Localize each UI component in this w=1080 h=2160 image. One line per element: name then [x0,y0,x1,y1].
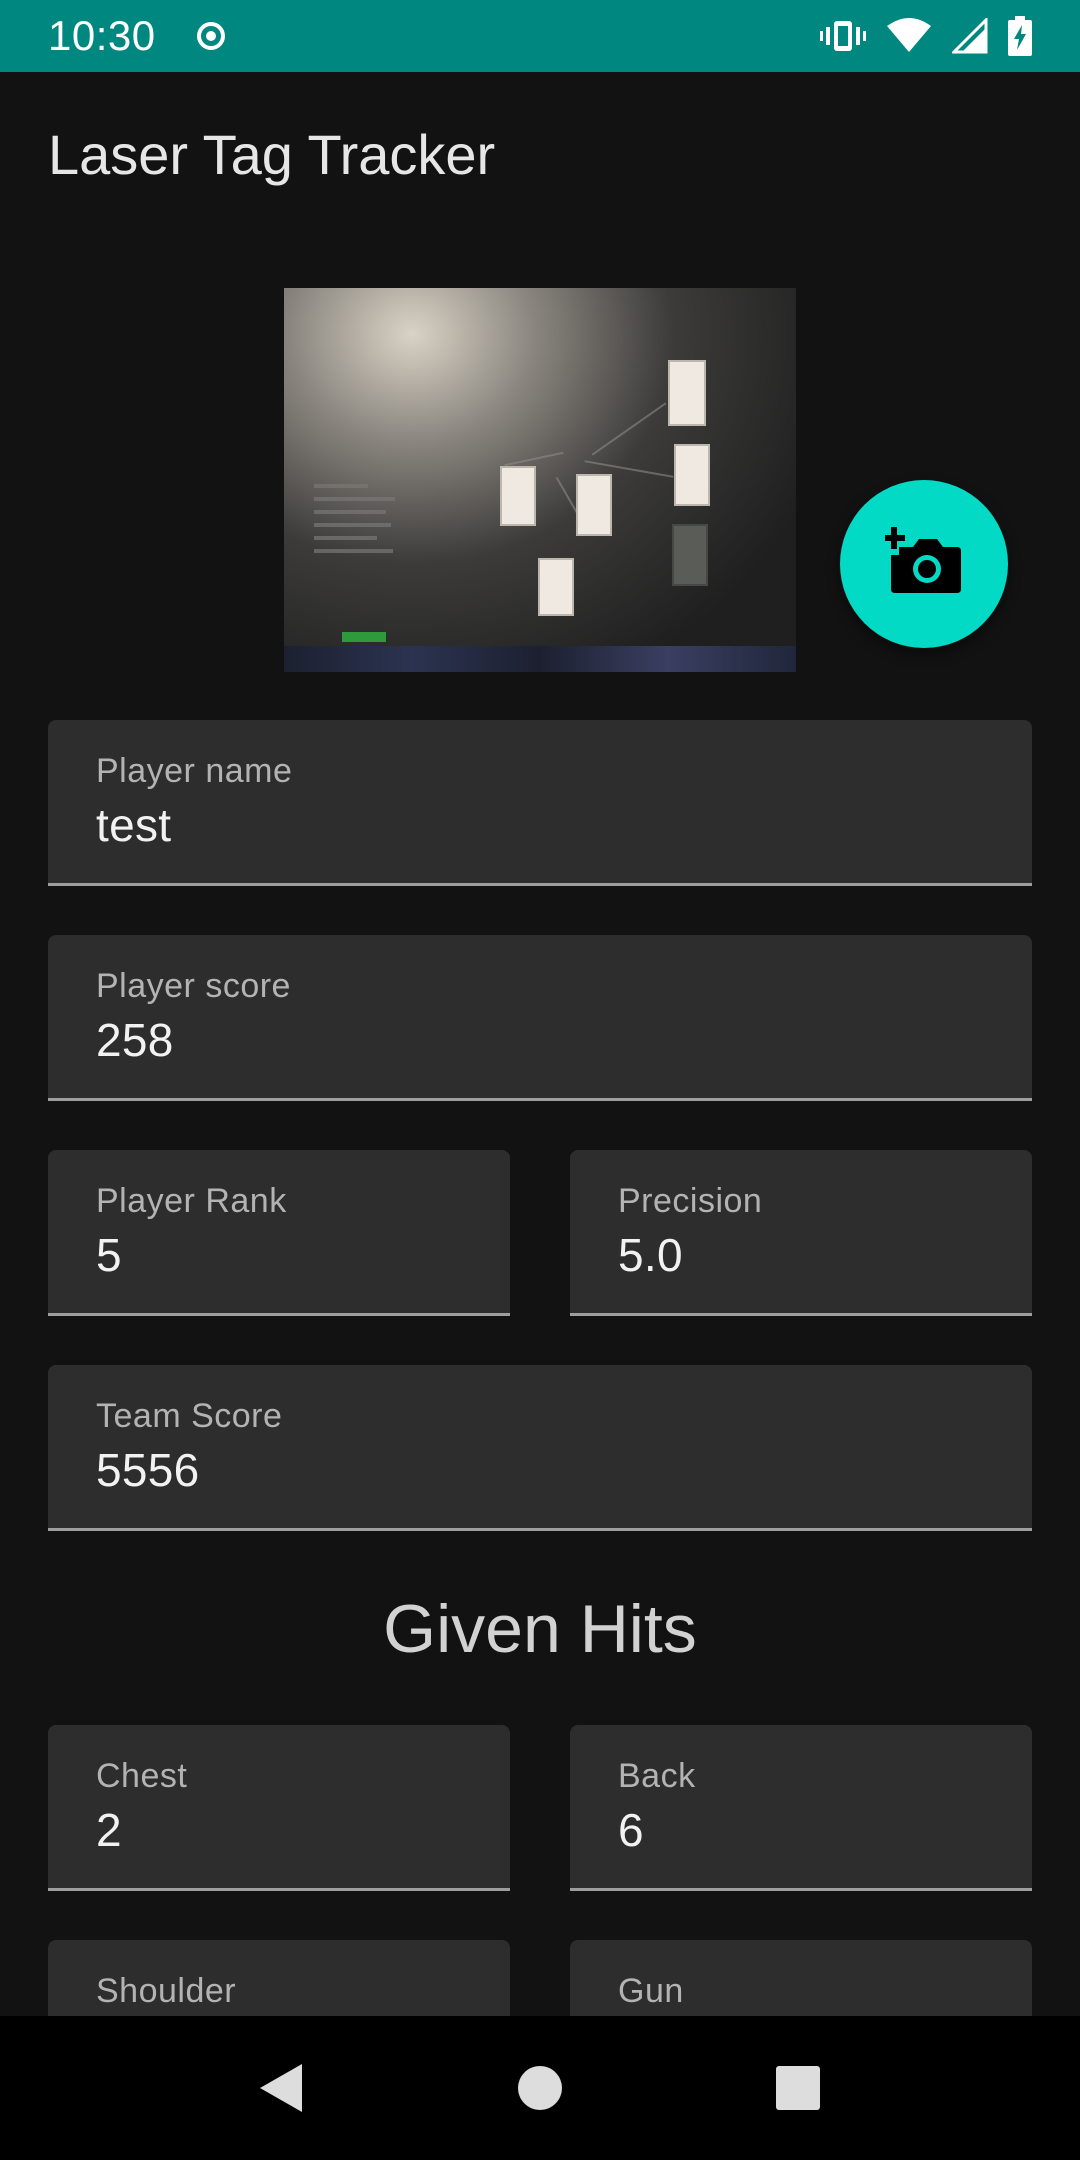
navigation-bar [0,2016,1080,2160]
back-value[interactable]: 6 [618,1803,644,1857]
player-rank-label: Player Rank [96,1182,287,1220]
home-icon[interactable] [508,2056,572,2120]
chest-field[interactable]: Chest 2 [48,1725,510,1891]
precision-field[interactable]: Precision 5.0 [570,1150,1032,1316]
status-icons [820,16,1032,56]
player-score-field[interactable]: Player score 258 [48,935,1032,1101]
back-icon[interactable] [248,2058,312,2118]
precision-label: Precision [618,1182,763,1220]
add-photo-button[interactable] [840,480,1008,648]
team-score-label: Team Score [96,1397,283,1435]
status-time: 10:30 [48,12,156,59]
player-rank-field[interactable]: Player Rank 5 [48,1150,510,1316]
precision-value[interactable]: 5.0 [618,1228,683,1282]
player-name-label: Player name [96,752,293,790]
target-icon [194,19,228,53]
given-hits-title: Given Hits [383,1591,697,1667]
wifi-icon [886,18,932,54]
recents-icon[interactable] [766,2058,830,2118]
chest-value[interactable]: 2 [96,1803,122,1857]
vibrate-icon [820,18,866,54]
back-field[interactable]: Back 6 [570,1725,1032,1891]
photo-detail [314,484,404,562]
status-bar: 10:30 [0,0,1080,72]
team-score-field[interactable]: Team Score 5556 [48,1365,1032,1531]
gun-label: Gun [618,1972,684,2010]
photo-thumbnail [284,288,796,672]
app-title: Laser Tag Tracker [48,123,496,186]
battery-charging-icon [1008,16,1032,56]
player-score-label: Player score [96,967,291,1005]
player-name-value[interactable]: test [96,798,171,852]
shoulder-label: Shoulder [96,1972,237,2010]
player-name-field[interactable]: Player name test [48,720,1032,886]
signal-icon [952,18,988,54]
add-photo-camera-icon [883,526,963,602]
screen: 10:30 Laser Tag Tracker Player name test… [0,0,1080,2160]
player-rank-value[interactable]: 5 [96,1228,122,1282]
player-score-value[interactable]: 258 [96,1013,174,1067]
chest-label: Chest [96,1757,188,1795]
back-label: Back [618,1757,696,1795]
team-score-value[interactable]: 5556 [96,1443,200,1497]
